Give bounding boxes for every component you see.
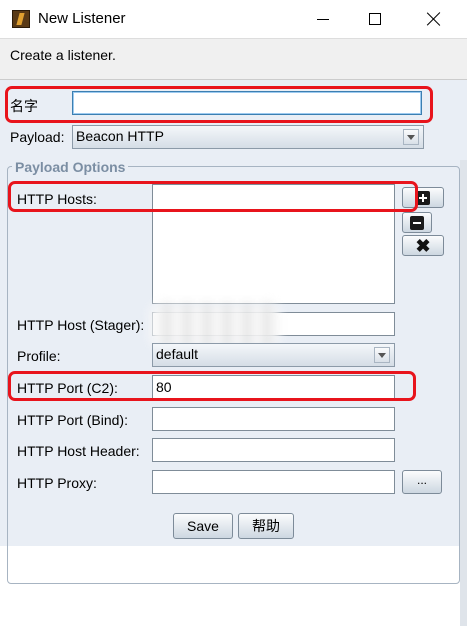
payload-options-legend: Payload Options: [12, 159, 129, 175]
description-panel: Create a listener.: [0, 38, 467, 80]
help-button[interactable]: 帮助: [238, 513, 294, 539]
http-proxy-label: HTTP Proxy:: [17, 475, 97, 491]
window-title: New Listener: [38, 10, 126, 27]
minus-icon: [410, 215, 424, 230]
form-body: 名字 Payload: Beacon HTTP Payload Options …: [0, 80, 467, 626]
http-port-c2-label: HTTP Port (C2):: [17, 380, 118, 396]
save-button[interactable]: Save: [173, 513, 233, 539]
proxy-settings-button[interactable]: ...: [402, 470, 442, 494]
http-hosts-label: HTTP Hosts:: [17, 191, 97, 207]
payload-select[interactable]: Beacon HTTP: [72, 125, 424, 149]
http-host-header-input[interactable]: [152, 438, 395, 462]
title-bar: New Listener: [0, 0, 467, 38]
http-port-bind-label: HTTP Port (Bind):: [17, 412, 128, 428]
description-text: Create a listener.: [10, 47, 116, 63]
remove-host-button[interactable]: [402, 212, 432, 233]
http-hosts-list[interactable]: [152, 184, 395, 304]
profile-select-value: default: [156, 346, 199, 362]
remove-icon: ✖: [415, 235, 431, 256]
clear-hosts-button[interactable]: ✖: [402, 235, 444, 256]
name-label: 名字: [10, 98, 38, 114]
http-proxy-input[interactable]: [152, 470, 395, 494]
profile-label: Profile:: [17, 348, 61, 364]
redacted-overlay: [150, 303, 280, 347]
add-host-button[interactable]: [402, 187, 444, 208]
minimize-button[interactable]: [300, 0, 346, 38]
close-icon: [427, 12, 441, 26]
dropdown-arrow-icon: [374, 347, 390, 363]
dropdown-arrow-icon: [403, 129, 419, 145]
payload-select-value: Beacon HTTP: [76, 128, 164, 144]
profile-select[interactable]: default: [152, 343, 395, 367]
maximize-button[interactable]: [352, 0, 398, 38]
maximize-icon: [369, 13, 381, 25]
close-button[interactable]: [411, 0, 457, 38]
app-icon: [12, 10, 30, 28]
http-port-c2-input[interactable]: [152, 375, 395, 399]
window-edge: [460, 160, 467, 626]
name-input[interactable]: [72, 91, 422, 115]
http-port-bind-input[interactable]: [152, 407, 395, 431]
payload-label: Payload:: [10, 129, 65, 145]
http-host-stager-label: HTTP Host (Stager):: [17, 317, 145, 333]
plus-icon: [416, 190, 430, 205]
http-host-header-label: HTTP Host Header:: [17, 443, 140, 459]
minimize-icon: [317, 18, 329, 20]
